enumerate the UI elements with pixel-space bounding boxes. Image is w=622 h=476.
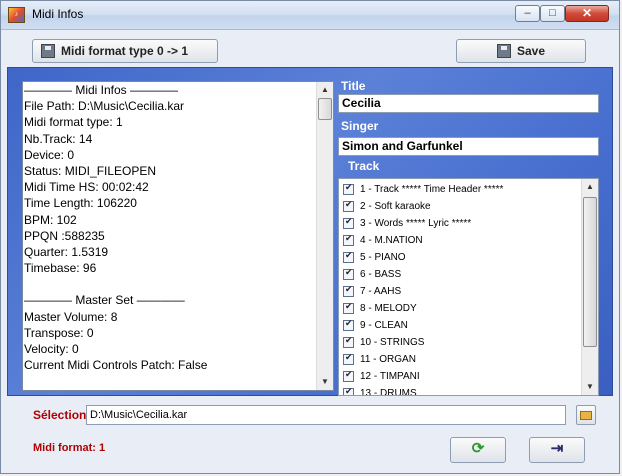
- scroll-up-arrow-icon[interactable]: ▲: [317, 82, 333, 98]
- track-scrollbar[interactable]: ▲ ▼: [581, 179, 598, 395]
- track-list-box[interactable]: 1 - Track ***** Time Header ***** 2 - Sof…: [338, 178, 599, 396]
- track-checkbox[interactable]: [343, 199, 354, 212]
- exit-button[interactable]: ⇥: [529, 437, 585, 463]
- scroll-up-arrow-icon[interactable]: ▲: [582, 179, 598, 195]
- info-line: BPM: 102: [24, 212, 77, 227]
- midi-info-text: ———— Midi Infos ———— File Path: D:\Music\…: [24, 82, 314, 391]
- track-checkbox[interactable]: [343, 352, 354, 365]
- info-line: ———— Master Set ————: [24, 293, 185, 308]
- info-line: Midi Time HS: 00:02:42: [24, 180, 149, 195]
- info-line: Device: 0: [24, 147, 75, 162]
- info-line: Status: MIDI_FILEOPEN: [24, 163, 157, 178]
- open-folder-icon: [580, 411, 592, 420]
- scroll-thumb[interactable]: [583, 197, 597, 347]
- track-label: 5 - PIANO: [360, 252, 406, 263]
- info-line: Current Midi Controls Patch: False: [24, 358, 208, 373]
- track-checkbox[interactable]: [343, 318, 354, 331]
- track-checkbox[interactable]: [343, 216, 354, 229]
- title-bar[interactable]: ♪ Midi Infos – □ ✕: [1, 1, 619, 30]
- track-list: 1 - Track ***** Time Header ***** 2 - Sof…: [343, 181, 581, 396]
- info-line: Velocity: 0: [24, 342, 79, 356]
- info-line: Time Length: 106220: [24, 196, 137, 211]
- track-label: 9 - CLEAN: [360, 320, 408, 331]
- track-checkbox[interactable]: [343, 267, 354, 280]
- track-label: 11 - ORGAN: [360, 354, 416, 365]
- track-checkbox[interactable]: [343, 335, 354, 348]
- track-list-item[interactable]: 9 - CLEAN: [343, 317, 581, 334]
- track-list-item[interactable]: 5 - PIANO: [343, 249, 581, 266]
- track-label: 1 - Track ***** Time Header *****: [360, 184, 504, 195]
- close-button[interactable]: ✕: [565, 5, 609, 22]
- karaoke-app-icon: ♪: [8, 7, 25, 23]
- info-line: Master Volume: 8: [24, 309, 118, 324]
- title-label: Title: [341, 79, 366, 93]
- selection-label: Sélection:: [33, 408, 91, 422]
- track-label: 3 - Words ***** Lyric *****: [360, 218, 472, 229]
- refresh-button[interactable]: ⟳: [450, 437, 506, 463]
- track-checkbox[interactable]: [343, 369, 354, 382]
- track-label: 7 - AAHS: [360, 286, 402, 297]
- track-checkbox[interactable]: [343, 182, 354, 195]
- info-line: Transpose: 0: [24, 325, 94, 340]
- save-button[interactable]: Save: [456, 39, 586, 63]
- track-label: 4 - M.NATION: [360, 235, 423, 246]
- info-line: File Path: D:\Music\Cecilia.kar: [24, 99, 185, 114]
- track-list-item[interactable]: 3 - Words ***** Lyric *****: [343, 215, 581, 232]
- info-line: Midi format type: 1: [24, 115, 123, 130]
- window-title: Midi Infos: [32, 7, 84, 21]
- track-label: 10 - STRINGS: [360, 337, 425, 348]
- track-list-item[interactable]: 8 - MELODY: [343, 300, 581, 317]
- track-list-item[interactable]: 13 - DRUMS: [343, 385, 581, 396]
- track-list-item[interactable]: 4 - M.NATION: [343, 232, 581, 249]
- track-label: Track: [348, 159, 380, 173]
- scroll-thumb[interactable]: [318, 98, 332, 120]
- convert-format-label: Midi format type 0 -> 1: [61, 44, 189, 58]
- track-checkbox[interactable]: [343, 250, 354, 263]
- info-line: Quarter: 1.5319: [24, 244, 109, 259]
- info-line: [24, 276, 314, 292]
- midi-format-status: Midi format: 1: [33, 442, 106, 454]
- track-list-item[interactable]: 2 - Soft karaoke: [343, 198, 581, 215]
- track-list-item[interactable]: 1 - Track ***** Time Header *****: [343, 181, 581, 198]
- browse-folder-button[interactable]: [576, 405, 596, 425]
- exit-door-icon: ⇥: [550, 440, 564, 457]
- track-checkbox[interactable]: [343, 386, 354, 395]
- save-label: Save: [516, 44, 546, 58]
- scroll-down-arrow-icon[interactable]: ▼: [317, 374, 333, 390]
- info-line: [24, 373, 314, 389]
- singer-label: Singer: [341, 119, 379, 133]
- track-label: 13 - DRUMS: [360, 388, 417, 396]
- track-list-item[interactable]: 12 - TIMPANI: [343, 368, 581, 385]
- track-checkbox[interactable]: [343, 301, 354, 314]
- floppy-disk-icon: [496, 44, 511, 58]
- track-label: 6 - BASS: [360, 269, 402, 280]
- title-field[interactable]: Cecilia: [338, 94, 599, 113]
- track-list-item[interactable]: 10 - STRINGS: [343, 334, 581, 351]
- minimize-button[interactable]: –: [515, 5, 540, 22]
- floppy-disk-icon: [41, 44, 55, 58]
- scroll-down-arrow-icon[interactable]: ▼: [582, 379, 598, 395]
- info-line: PPQN :588235: [24, 228, 105, 243]
- track-checkbox[interactable]: [343, 233, 354, 246]
- track-label: 2 - Soft karaoke: [360, 201, 431, 212]
- track-checkbox[interactable]: [343, 284, 354, 297]
- refresh-icon: ⟳: [471, 440, 485, 457]
- maximize-button[interactable]: □: [540, 5, 565, 22]
- track-label: 12 - TIMPANI: [360, 371, 420, 382]
- singer-field[interactable]: Simon and Garfunkel: [338, 137, 599, 156]
- track-label: 8 - MELODY: [360, 303, 417, 314]
- selection-path-field[interactable]: D:\Music\Cecilia.kar: [86, 405, 566, 425]
- track-list-item[interactable]: 7 - AAHS: [343, 283, 581, 300]
- info-line: Title: [24, 390, 314, 391]
- midi-info-textbox[interactable]: ———— Midi Infos ———— File Path: D:\Music\…: [22, 81, 334, 391]
- info-line: Nb.Track: 14: [24, 131, 93, 146]
- track-list-item[interactable]: 6 - BASS: [343, 266, 581, 283]
- track-list-item[interactable]: 11 - ORGAN: [343, 351, 581, 368]
- convert-format-button[interactable]: Midi format type 0 -> 1: [32, 39, 218, 63]
- info-line: Timebase: 96: [24, 261, 97, 276]
- info-line: ———— Midi Infos ————: [24, 83, 179, 97]
- info-scrollbar[interactable]: ▲ ▼: [316, 82, 333, 390]
